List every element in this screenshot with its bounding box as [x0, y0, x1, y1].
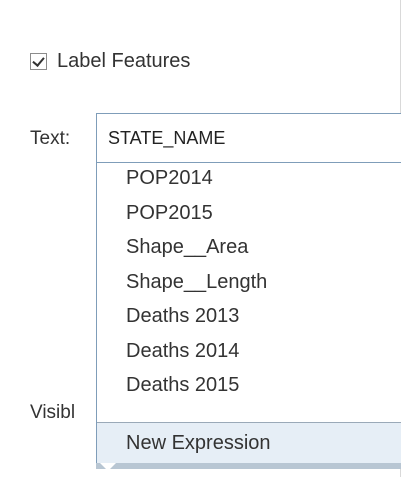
label-features-row[interactable]: Label Features: [30, 46, 190, 76]
dropdown-option-deaths-2015[interactable]: Deaths 2015: [97, 368, 401, 403]
label-settings-panel: Label Features Text: STATE_NAME Visibl P…: [0, 0, 401, 477]
dropdown-option-deaths-2014[interactable]: Deaths 2014: [97, 334, 401, 369]
dropdown-option-pop2015[interactable]: POP2015: [97, 196, 401, 231]
label-field-selected-value: STATE_NAME: [108, 127, 226, 148]
label-features-label: Label Features: [57, 49, 191, 72]
dropdown-options: POP2014 POP2015 Shape__Area Shape__Lengt…: [97, 163, 401, 403]
label-features-checkbox[interactable]: [30, 52, 47, 70]
dropdown-option-deaths-2013[interactable]: Deaths 2013: [97, 299, 401, 334]
label-field-select[interactable]: STATE_NAME: [96, 113, 401, 163]
dropdown-bottom-edge: [96, 463, 401, 469]
text-field-label: Text:: [30, 128, 71, 149]
visibility-label: Visibl: [30, 402, 76, 423]
dropdown-option-shape-area[interactable]: Shape__Area: [97, 230, 401, 265]
dropdown-option-pop2014[interactable]: POP2014: [97, 163, 401, 196]
new-expression-option[interactable]: New Expression: [97, 423, 401, 463]
label-field-dropdown-list[interactable]: POP2014 POP2015 Shape__Area Shape__Lengt…: [96, 163, 401, 463]
caret-down-icon: [100, 463, 116, 471]
dropdown-option-shape-length[interactable]: Shape__Length: [97, 265, 401, 300]
